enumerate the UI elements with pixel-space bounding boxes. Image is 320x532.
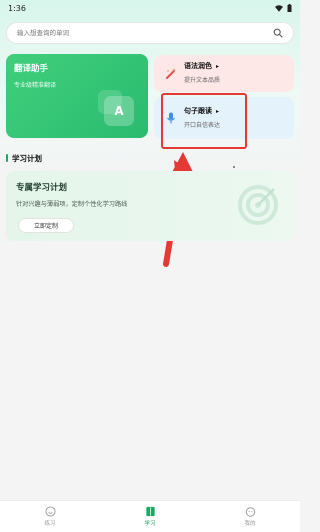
grammar-card-subtitle: 提升文本品质 — [184, 77, 221, 84]
wifi-icon — [275, 4, 283, 12]
tab-mine-label: 我的 — [244, 521, 256, 527]
search-icon[interactable] — [273, 28, 283, 38]
smile-icon — [44, 506, 56, 517]
translate-card-subtitle: 专业级精准翻译 — [14, 82, 57, 89]
bottom-tab-bar: 练习 学习 我的 — [0, 500, 300, 532]
customize-now-button[interactable]: 立即定制 — [18, 218, 74, 233]
status-bar: 1:36 — [0, 0, 300, 16]
status-icons — [275, 4, 292, 12]
battery-icon — [287, 4, 292, 12]
highlight-box — [161, 93, 247, 149]
section-accent-bar — [6, 154, 8, 162]
tab-mine[interactable]: 我的 — [220, 506, 280, 527]
tab-practice[interactable]: 练习 — [20, 506, 80, 527]
grammar-card-title-row: 语法润色 ▸ — [184, 61, 286, 71]
translate-card-title: 翻译助手 — [14, 64, 49, 74]
translate-badge-letter: A — [114, 104, 124, 118]
search-bar[interactable] — [6, 22, 294, 44]
grammar-polish-card[interactable]: 语法润色 ▸ 提升文本品质 — [154, 55, 294, 92]
target-icon — [238, 185, 278, 225]
search-input[interactable] — [17, 29, 267, 37]
translate-a-icon: A — [98, 90, 134, 126]
face-icon — [245, 507, 255, 517]
grammar-card-title: 语法润色 — [184, 62, 212, 70]
tab-practice-label: 练习 — [44, 521, 56, 527]
marker-dot — [233, 166, 235, 168]
magic-wand-icon — [166, 67, 177, 79]
status-time: 1:36 — [8, 3, 26, 13]
section-title: 学习计划 — [12, 153, 42, 163]
section-header: 学习计划 — [6, 153, 42, 163]
tab-study[interactable]: 学习 — [120, 506, 180, 527]
study-plan-card[interactable]: 专属学习计划 针对兴趣与薄弱项，定制个性化学习路线 立即定制 — [6, 171, 294, 241]
grammar-arrow-icon: ▸ — [216, 62, 220, 70]
translate-assistant-card[interactable]: 翻译助手 专业级精准翻译 A — [6, 54, 148, 138]
book-icon — [145, 506, 155, 517]
tab-study-label: 学习 — [144, 521, 156, 527]
